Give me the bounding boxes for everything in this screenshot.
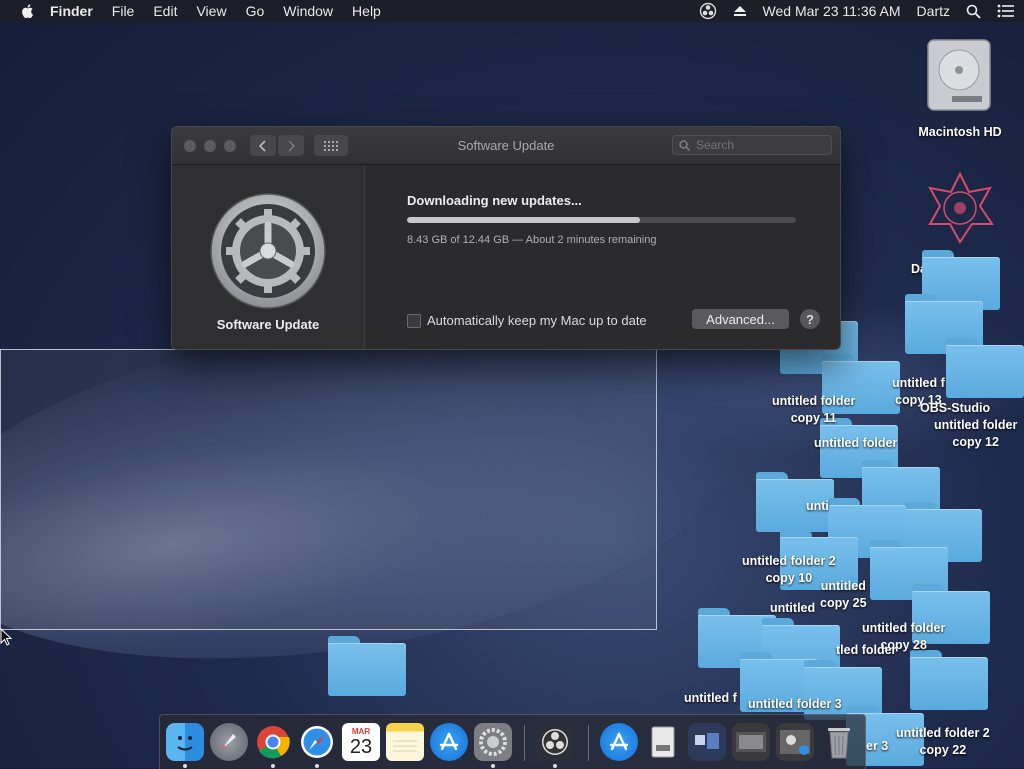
dock: MAR 23 [159, 714, 866, 769]
search-field[interactable] [672, 135, 832, 155]
notification-center-icon[interactable] [997, 4, 1014, 18]
software-update-window: Software Update Search Software Update D… [171, 126, 841, 350]
folder-label: untitled [770, 601, 816, 615]
progress-fill [407, 217, 641, 223]
folder-label: untitled folder 3 [748, 697, 842, 711]
calendar-day: 23 [349, 735, 373, 758]
dartz-app-icon[interactable] [922, 170, 998, 246]
menubar-user[interactable]: Dartz [917, 3, 950, 19]
dock-chrome-icon[interactable] [254, 723, 292, 761]
checkbox-box[interactable] [407, 313, 421, 328]
dock-separator [524, 725, 525, 761]
obs-status-icon[interactable] [699, 2, 717, 20]
search-icon [679, 139, 690, 151]
menu-bar: Finder File Edit View Go Window Help Wed… [0, 0, 1024, 22]
running-indicator [491, 764, 495, 768]
desktop-label-obs: OBS-Studio [920, 401, 991, 415]
search-input[interactable] [694, 137, 818, 153]
menubar-clock[interactable]: Wed Mar 23 11:36 AM [763, 3, 901, 19]
folder-label: untitled folder [814, 436, 898, 450]
folder-icon[interactable] [910, 650, 988, 710]
window-titlebar: Software Update [172, 127, 840, 165]
download-status: 8.43 GB of 12.44 GB — About 2 minutes re… [407, 234, 657, 246]
folder-icon[interactable] [328, 636, 406, 696]
folder-label: untitled folder 2 copy 22 [896, 726, 990, 757]
dock-app-store-icon[interactable] [430, 723, 468, 761]
software-update-gear-icon [210, 193, 326, 309]
menu-file[interactable]: File [112, 3, 135, 19]
folder-label: unti [806, 499, 829, 513]
download-title: Downloading new updates... [407, 193, 582, 208]
dock-screenshot-icon[interactable] [732, 723, 770, 761]
help-button[interactable]: ? [800, 309, 820, 329]
pane-label: Software Update [216, 317, 320, 332]
dock-downloads-stack-icon[interactable] [600, 723, 638, 761]
menu-app-finder[interactable]: Finder [50, 3, 93, 19]
folder-label: untitled folder copy 11 [772, 394, 856, 425]
dock-trash-icon[interactable] [820, 723, 858, 761]
dock-notes-icon[interactable] [386, 723, 424, 761]
running-indicator [553, 764, 557, 768]
apple-menu-icon[interactable] [20, 3, 36, 19]
dock-obs-icon[interactable] [536, 723, 574, 761]
dock-finder-icon[interactable] [166, 723, 204, 761]
dock-safari-icon[interactable] [298, 723, 336, 761]
auto-update-checkbox[interactable]: Automatically keep my Mac up to date [407, 313, 647, 328]
dock-separator [588, 725, 589, 761]
calendar-month: MAR [351, 726, 371, 736]
menu-help[interactable]: Help [352, 3, 381, 19]
folder-label: untitled folder copy 12 [934, 418, 1018, 449]
folder-label: untitled f [684, 691, 737, 705]
folder-label: untitled copy 25 [820, 579, 867, 610]
menu-window[interactable]: Window [283, 3, 333, 19]
mouse-cursor-icon [0, 628, 12, 646]
dock-recent-items-icon[interactable] [688, 723, 726, 761]
running-indicator [183, 764, 187, 768]
folder-icon[interactable] [946, 338, 1024, 398]
dock-photo-icon[interactable] [776, 723, 814, 761]
desktop-label-macintosh-hd: Macintosh HD [918, 125, 1002, 139]
dock-calendar-icon[interactable]: MAR 23 [342, 723, 380, 761]
download-progress-bar [407, 217, 796, 223]
advanced-button[interactable]: Advanced... [692, 309, 789, 329]
dock-disk-image-icon[interactable] [644, 723, 682, 761]
spotlight-search-icon[interactable] [966, 4, 981, 19]
dock-system-preferences-icon[interactable] [474, 723, 512, 761]
hard-drive-icon[interactable] [922, 34, 996, 112]
menu-edit[interactable]: Edit [153, 3, 177, 19]
running-indicator [315, 764, 319, 768]
menu-go[interactable]: Go [246, 3, 265, 19]
eject-icon[interactable] [733, 4, 747, 18]
preference-pane-sidebar: Software Update [172, 165, 365, 349]
folder-label: er 3 [866, 739, 889, 753]
folder-label: tled folder [836, 643, 897, 657]
dock-launchpad-icon[interactable] [210, 723, 248, 761]
selection-marquee [0, 349, 657, 630]
auto-update-label[interactable]: Automatically keep my Mac up to date [427, 313, 647, 328]
menu-view[interactable]: View [196, 3, 226, 19]
running-indicator [271, 764, 275, 768]
update-main-area: Downloading new updates... 8.43 GB of 12… [365, 165, 840, 349]
